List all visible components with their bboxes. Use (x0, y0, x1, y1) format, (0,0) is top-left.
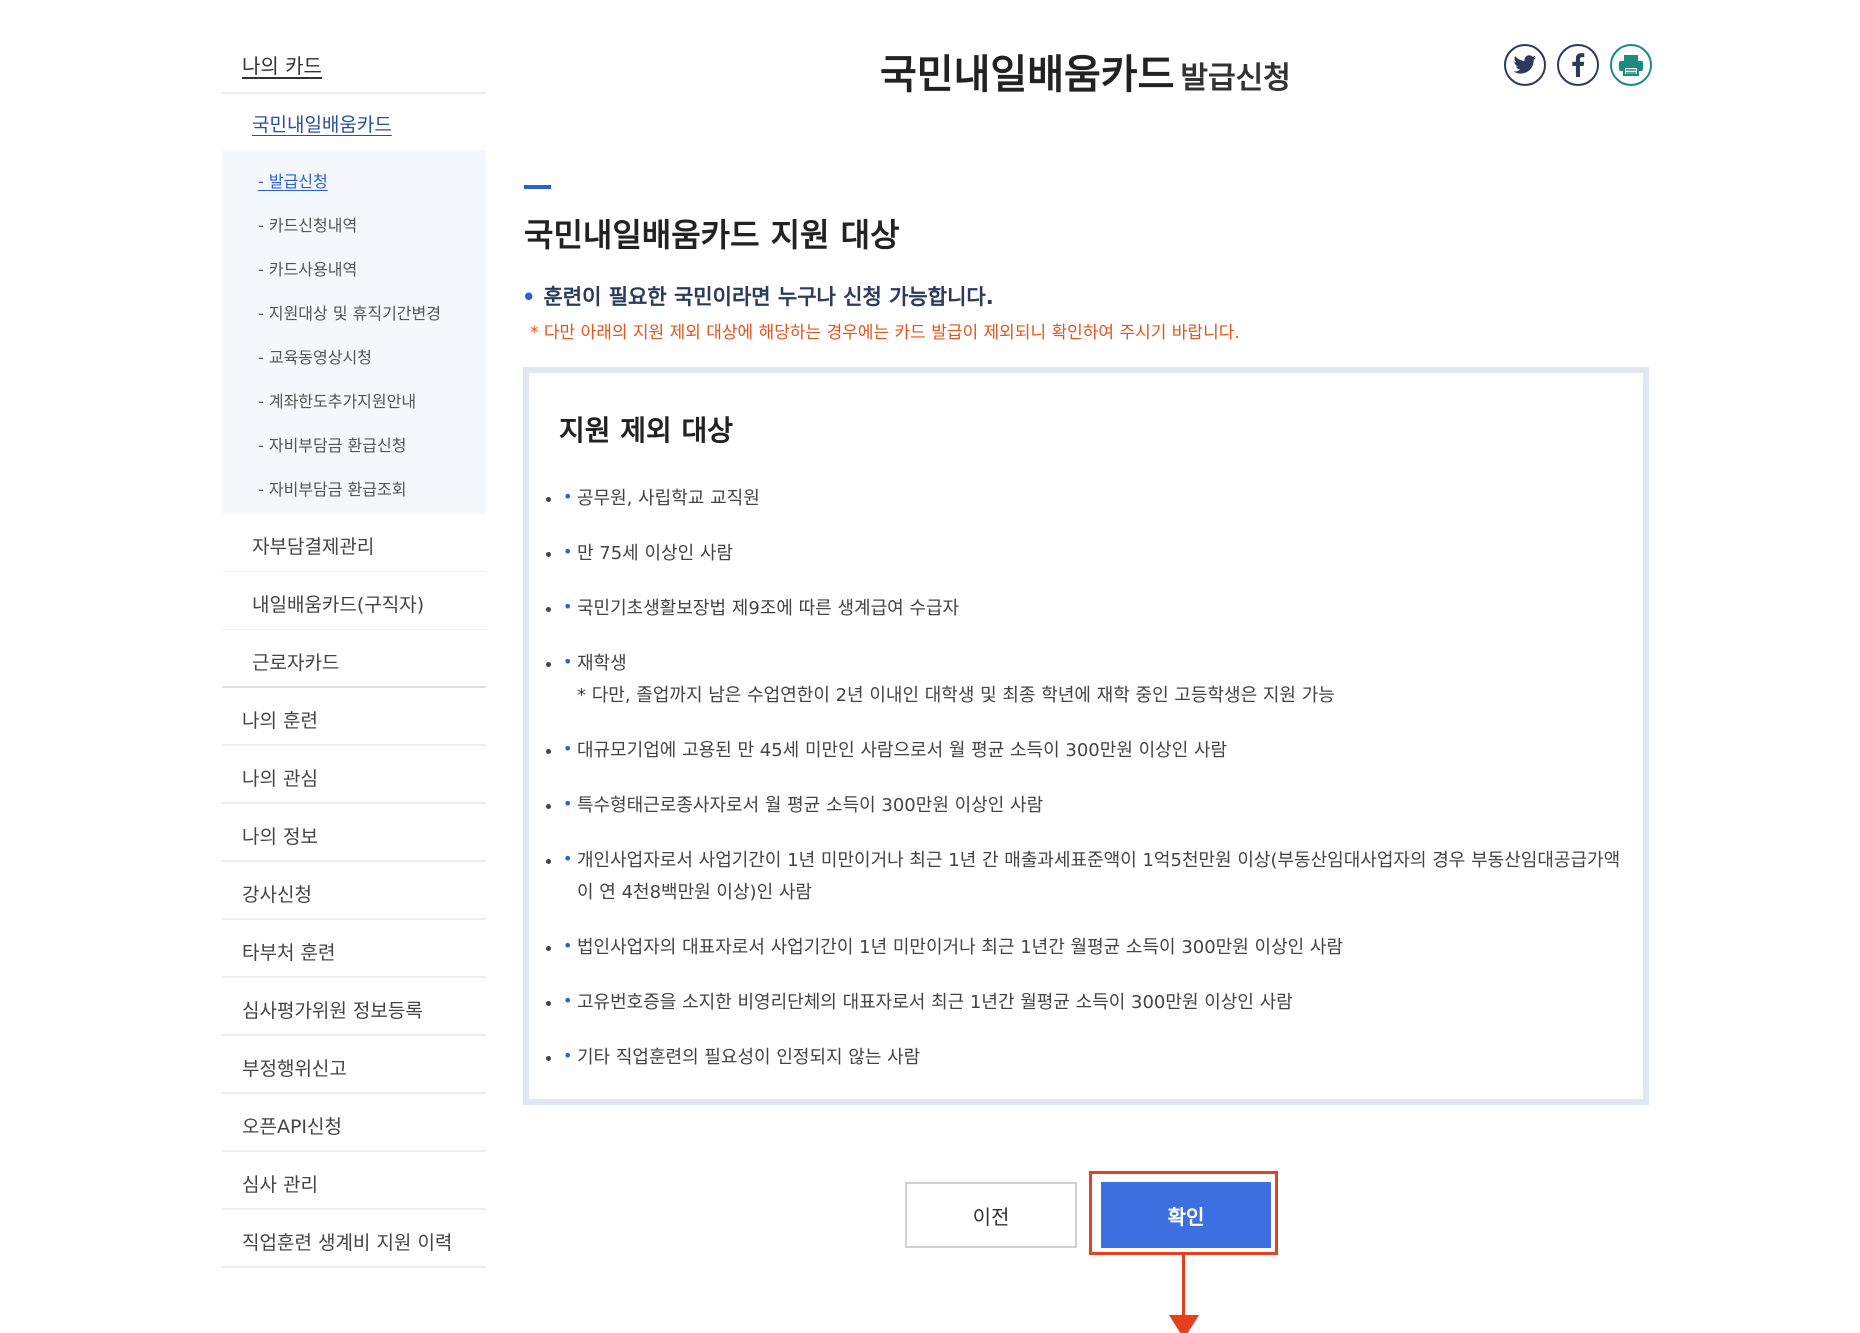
exclusion-item-text: 특수형태근로종사자로서 월 평균 소득이 300만원 이상인 사람 (577, 795, 1044, 816)
exclusion-box-title: 지원 제외 대상 (559, 414, 734, 447)
sidebar-item-card-application-history[interactable]: - 카드신청내역 (222, 200, 486, 244)
exclusion-item: 특수형태근로종사자로서 월 평균 소득이 300만원 이상인 사람 (563, 788, 1623, 822)
exclusion-item-text: 법인사업자의 대표자로서 사업기간이 1년 미만이거나 최근 1년간 월평균 소… (577, 937, 1344, 958)
exclusion-item: 법인사업자의 대표자로서 사업기간이 1년 미만이거나 최근 1년간 월평균 소… (563, 930, 1623, 964)
page-title-main: 국민내일배움카드 (880, 52, 1175, 98)
exclusion-item: 고유번호증을 소지한 비영리단체의 대표자로서 최근 1년간 월평균 소득이 3… (563, 985, 1623, 1019)
exclusion-box: 지원 제외 대상 공무원, 사립학교 교직원 만 75세 이상인 사람 국민기초… (523, 367, 1649, 1105)
sidebar-item-my-training[interactable]: 나의 훈련 (222, 688, 486, 746)
exclusion-item-text: 재학생 (577, 653, 627, 674)
exclusion-item-text: 고유번호증을 소지한 비영리단체의 대표자로서 최근 1년간 월평균 소득이 3… (577, 992, 1293, 1013)
sidebar-item-refund-apply[interactable]: - 자비부담금 환급신청 (222, 420, 486, 464)
exclusion-item: 대규모기업에 고용된 만 45세 미만인 사람으로서 월 평균 소득이 300만… (563, 733, 1623, 767)
sidebar-item-education-video[interactable]: - 교육동영상시청 (222, 332, 486, 376)
facebook-share-button[interactable] (1557, 44, 1599, 86)
sidebar-item-living-cost-history[interactable]: 직업훈련 생계비 지원 이력 (222, 1210, 486, 1268)
sidebar-item-support-target-change[interactable]: - 지원대상 및 휴직기간변경 (222, 288, 486, 332)
section-title: 국민내일배움카드 지원 대상 (524, 216, 900, 254)
exclusion-warning: * 다만 아래의 지원 제외 대상에 해당하는 경우에는 카드 발급이 제외되니… (530, 323, 1240, 343)
sidebar-item-account-limit-guide[interactable]: - 계좌한도추가지원안내 (222, 376, 486, 420)
sidebar-item-job-seeker-card[interactable]: 내일배움카드(구직자) (222, 572, 486, 630)
sidebar-item-national-card[interactable]: 국민내일배움카드 (222, 94, 486, 150)
exclusion-item: 재학생 * 다만, 졸업까지 남은 수업연한이 2년 이내인 대학생 및 최종 학… (563, 646, 1623, 712)
prev-button[interactable]: 이전 (905, 1182, 1077, 1248)
exclusion-item: 개인사업자로서 사업기간이 1년 미만이거나 최근 1년 간 매출과세표준액이 … (563, 843, 1623, 909)
sidebar-submenu: - 발급신청 - 카드신청내역 - 카드사용내역 - 지원대상 및 휴직기간변경… (222, 150, 486, 514)
sidebar-item-fraud-report[interactable]: 부정행위신고 (222, 1036, 486, 1094)
exclusion-list: 공무원, 사립학교 교직원 만 75세 이상인 사람 국민기초생활보장법 제9조… (563, 481, 1623, 1097)
exclusion-item: 국민기초생활보장법 제9조에 따른 생계급여 수급자 (563, 591, 1623, 625)
exclusion-item-text: 대규모기업에 고용된 만 45세 미만인 사람으로서 월 평균 소득이 300만… (577, 740, 1228, 761)
sidebar-item-my-interest[interactable]: 나의 관심 (222, 746, 486, 804)
sidebar-item-other-ministry-training[interactable]: 타부처 훈련 (222, 920, 486, 978)
sidebar-item-issue-apply[interactable]: - 발급신청 (222, 156, 486, 200)
sidebar-item-instructor-apply[interactable]: 강사신청 (222, 862, 486, 920)
exclusion-item-text: 기타 직업훈련의 필요성이 인정되지 않는 사람 (577, 1047, 921, 1068)
down-arrow-line (1182, 1255, 1185, 1317)
arrow-down-icon (1169, 1315, 1199, 1333)
sidebar-item-refund-inquiry[interactable]: - 자비부담금 환급조회 (222, 464, 486, 508)
sidebar-item-open-api[interactable]: 오픈API신청 (222, 1094, 486, 1152)
exclusion-item-text: 만 75세 이상인 사람 (577, 543, 733, 564)
sidebar-item-my-info[interactable]: 나의 정보 (222, 804, 486, 862)
note-bullet: • (522, 285, 536, 309)
page-title: 국민내일배움카드 발급신청 (880, 42, 1291, 100)
twitter-icon (1513, 55, 1536, 74)
exclusion-item: 만 75세 이상인 사람 (563, 536, 1623, 570)
sidebar-title-my-card[interactable]: 나의 카드 (222, 40, 486, 94)
page-title-sub: 발급신청 (1180, 61, 1291, 96)
support-note-text: 훈련이 필요한 국민이라면 누구나 신청 가능합니다. (543, 285, 994, 309)
confirm-button[interactable]: 확인 (1101, 1182, 1271, 1248)
print-icon (1619, 55, 1643, 76)
twitter-share-button[interactable] (1504, 44, 1546, 86)
exclusion-item: 기타 직업훈련의 필요성이 인정되지 않는 사람 (563, 1040, 1623, 1074)
exclusion-item-text: 개인사업자로서 사업기간이 1년 미만이거나 최근 1년 간 매출과세표준액이 … (577, 850, 1621, 903)
exclusion-item-text: 국민기초생활보장법 제9조에 따른 생계급여 수급자 (577, 598, 960, 619)
sidebar-nav: 나의 카드 국민내일배움카드 - 발급신청 - 카드신청내역 - 카드사용내역 … (222, 40, 486, 1268)
sidebar-item-worker-card[interactable]: 근로자카드 (222, 630, 486, 688)
sidebar-item-self-payment[interactable]: 자부담결제관리 (222, 514, 486, 572)
exclusion-item-text: 공무원, 사립학교 교직원 (577, 488, 760, 509)
print-button[interactable] (1610, 44, 1652, 86)
sidebar-item-review-management[interactable]: 심사 관리 (222, 1152, 486, 1210)
sidebar-item-card-usage-history[interactable]: - 카드사용내역 (222, 244, 486, 288)
exclusion-item-subnote: * 다만, 졸업까지 남은 수업연한이 2년 이내인 대학생 및 최종 학년에 … (577, 685, 1335, 706)
support-note: • 훈련이 필요한 국민이라면 누구나 신청 가능합니다. (522, 281, 994, 311)
sidebar-item-reviewer-register[interactable]: 심사평가위원 정보등록 (222, 978, 486, 1036)
exclusion-item: 공무원, 사립학교 교직원 (563, 481, 1623, 515)
section-accent-bar (524, 185, 551, 189)
facebook-icon (1572, 53, 1585, 77)
